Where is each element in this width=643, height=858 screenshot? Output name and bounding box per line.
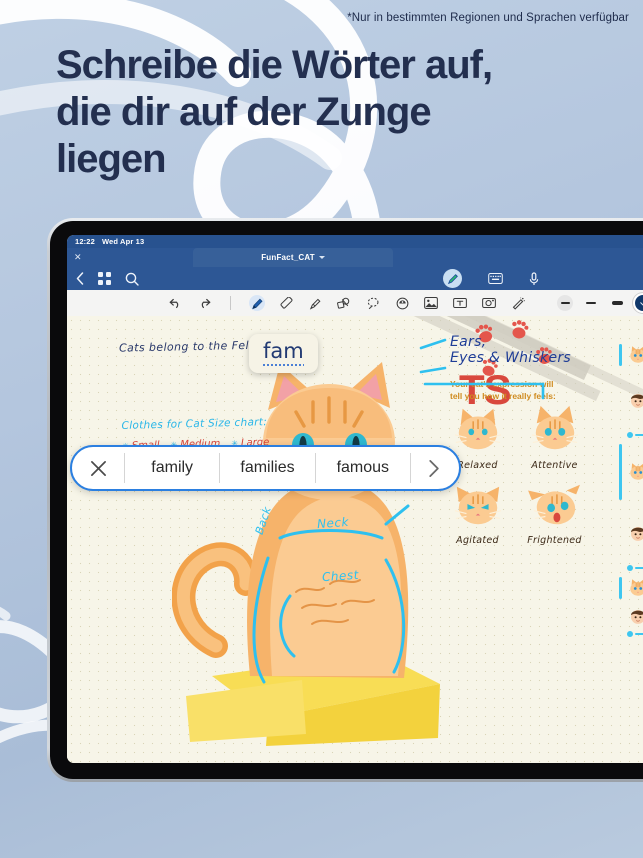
expression-label: Frightened bbox=[527, 535, 582, 546]
scribble-pen-icon[interactable] bbox=[443, 269, 462, 288]
cat-expressions-grid: Relaxed Attentive Agitated Frightened bbox=[445, 404, 595, 554]
microphone-icon[interactable] bbox=[529, 271, 539, 286]
status-time: 12:22 bbox=[75, 237, 95, 246]
avatar-human bbox=[627, 522, 643, 544]
scribble-input-popup[interactable]: fam bbox=[249, 334, 318, 373]
headline-line-3: liegen bbox=[56, 137, 167, 182]
ears-title-line-2: Eyes & Whiskers bbox=[450, 350, 572, 367]
expression-label: Agitated bbox=[456, 535, 499, 546]
label-neck: Neck bbox=[316, 514, 350, 532]
brace-marker bbox=[619, 577, 622, 600]
comparison-row-5: Ca bbox=[619, 577, 643, 600]
comparison-row-4: ADU TAS bbox=[627, 506, 643, 562]
expression-agitated: Agitated bbox=[445, 479, 510, 546]
avatar-cat bbox=[627, 461, 643, 483]
swatch-navy[interactable] bbox=[635, 295, 643, 311]
shapes-icon[interactable] bbox=[336, 295, 352, 311]
avatar-human bbox=[627, 605, 643, 627]
label-chest: Chest bbox=[321, 567, 360, 585]
keyboard-icon[interactable] bbox=[488, 273, 503, 284]
status-date: Wed Apr 13 bbox=[101, 237, 145, 246]
ears-title: Ears, Eyes & Whiskers bbox=[450, 334, 571, 366]
sticker-icon[interactable] bbox=[394, 295, 410, 311]
eraser-icon[interactable] bbox=[278, 295, 294, 311]
cat-face-agitated bbox=[454, 486, 501, 525]
redo-icon[interactable] bbox=[196, 295, 212, 311]
size-chart-title: Clothes for Cat Size chart: bbox=[121, 416, 268, 432]
lasso-icon[interactable] bbox=[365, 295, 381, 311]
note-canvas[interactable]: TS Cats belong to the Felidae Clothes fo… bbox=[67, 316, 643, 763]
brace-marker bbox=[619, 344, 622, 366]
suggestion-famous[interactable]: famous bbox=[316, 447, 410, 489]
section-divider-3 bbox=[627, 631, 643, 638]
page-headline: Schreibe die Wörter auf, die dir auf der… bbox=[56, 42, 576, 184]
stroke-thick[interactable] bbox=[609, 295, 625, 311]
stroke-thin[interactable] bbox=[557, 295, 573, 311]
tab-close-button[interactable]: ✕ bbox=[74, 253, 82, 262]
headline-line-1: Schreibe die Wörter auf, bbox=[56, 43, 493, 87]
expression-attentive: Attentive bbox=[522, 404, 587, 471]
toolbar-divider bbox=[230, 296, 231, 310]
section-divider-2 bbox=[627, 565, 643, 572]
undo-icon[interactable] bbox=[167, 295, 183, 311]
avatar-cat bbox=[627, 577, 643, 599]
ios-status-bar: 12:22 Wed Apr 13 bbox=[67, 235, 643, 248]
tool-group bbox=[167, 295, 526, 311]
camera-icon[interactable] bbox=[481, 295, 497, 311]
textbox-icon[interactable] bbox=[452, 295, 468, 311]
tablet-screen: 12:22 Wed Apr 13 ✕ FunFact_CAT TS Cats b… bbox=[67, 235, 643, 763]
ears-title-line-1: Ears, bbox=[450, 334, 487, 350]
pen-icon[interactable] bbox=[249, 295, 265, 311]
comparison-row-3: 473 CAT bbox=[619, 443, 643, 500]
highlighter-icon[interactable] bbox=[307, 295, 323, 311]
word-suggestion-bar[interactable]: family families famous bbox=[70, 445, 461, 491]
magic-wand-icon[interactable] bbox=[510, 295, 526, 311]
expression-row-1: Relaxed Attentive bbox=[445, 404, 595, 471]
expression-label: Attentive bbox=[531, 460, 578, 471]
expression-row-2: Agitated Frightened bbox=[445, 479, 595, 546]
chevron-down-icon bbox=[318, 256, 325, 259]
comparison-column: SPE SPE THA bbox=[619, 344, 643, 643]
app-nav-row bbox=[67, 267, 643, 290]
nav-right-tools bbox=[443, 267, 643, 290]
stroke-and-color-group bbox=[557, 295, 643, 311]
comparison-row-1: SPE bbox=[619, 344, 643, 366]
avatar-human bbox=[627, 389, 643, 411]
headline-line-2: die dir auf der Zunge bbox=[56, 90, 432, 135]
image-icon[interactable] bbox=[423, 295, 439, 311]
expression-frightened: Frightened bbox=[522, 479, 587, 546]
drawing-toolbar bbox=[67, 290, 643, 316]
suggestion-families[interactable]: families bbox=[220, 447, 314, 489]
chevron-right-icon[interactable] bbox=[411, 447, 459, 489]
scribble-underline bbox=[263, 364, 304, 366]
avatar-cat bbox=[627, 344, 643, 366]
brace-marker bbox=[619, 443, 622, 500]
scribble-text: fam bbox=[263, 339, 304, 363]
stroke-medium[interactable] bbox=[583, 295, 599, 311]
comparison-row-6: Hu bbox=[627, 605, 643, 627]
app-tab-bar: ✕ FunFact_CAT bbox=[67, 248, 643, 267]
availability-footnote: *Nur in bestimmten Regionen und Sprachen… bbox=[347, 12, 629, 24]
cat-face-frightened bbox=[527, 484, 580, 525]
search-icon[interactable] bbox=[125, 272, 139, 286]
cat-face-relaxed bbox=[454, 408, 501, 450]
comparison-row-2: SPE THA bbox=[627, 372, 643, 428]
grid-view-icon[interactable] bbox=[98, 272, 111, 285]
tablet-device: 12:22 Wed Apr 13 ✕ FunFact_CAT TS Cats b… bbox=[47, 218, 643, 782]
close-icon[interactable] bbox=[72, 447, 124, 489]
ears-underline bbox=[423, 382, 545, 400]
chevron-left-icon[interactable] bbox=[76, 272, 84, 285]
document-title: FunFact_CAT bbox=[261, 253, 315, 262]
suggestion-family[interactable]: family bbox=[125, 447, 219, 489]
cat-face-attentive bbox=[531, 405, 578, 450]
document-tab[interactable]: FunFact_CAT bbox=[193, 248, 393, 267]
section-divider-1 bbox=[627, 431, 643, 438]
